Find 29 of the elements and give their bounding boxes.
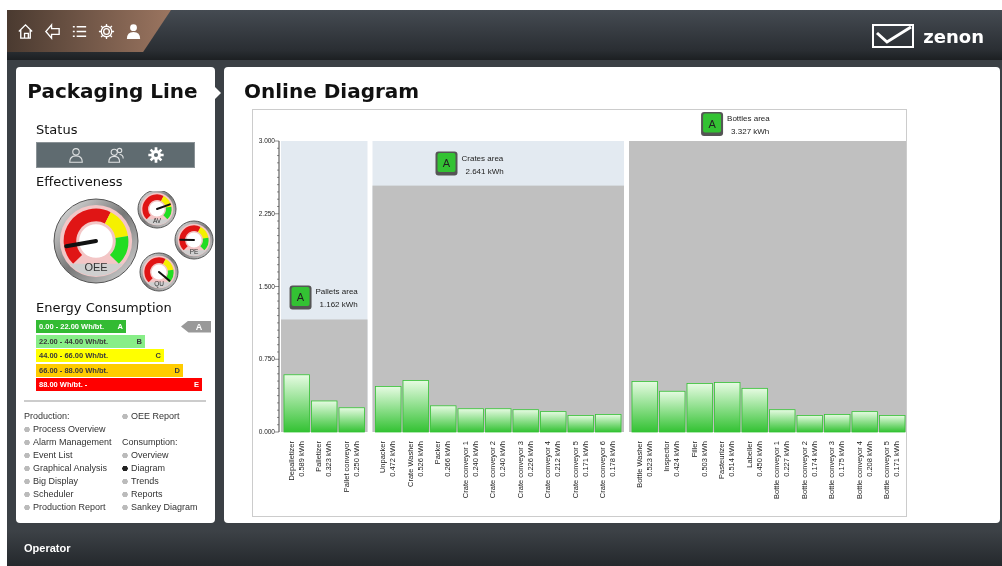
area-total: 2.641 kWh <box>465 166 504 176</box>
settings-icon <box>146 146 165 164</box>
gauge-label: OEE <box>84 261 108 274</box>
gauge-needle <box>156 203 171 210</box>
energy-indicator: A <box>181 320 211 333</box>
section-heading: Energy Consumption <box>36 300 173 315</box>
gauge-needle <box>179 238 195 241</box>
users-icon <box>106 146 125 164</box>
rating-badge: A <box>701 112 724 136</box>
section-heading: Status <box>36 122 79 137</box>
area-label: Crates area <box>461 153 504 163</box>
settings-icon <box>96 21 116 41</box>
gauge-needle <box>64 239 98 249</box>
logo-check-icon <box>871 23 916 49</box>
rating-badge: A <box>435 151 458 176</box>
user-role: Operator <box>24 542 71 554</box>
logo-text: zenon <box>923 25 984 47</box>
area-label: Bottles area <box>727 114 770 123</box>
area-total: 1.162 kWh <box>319 300 358 310</box>
gauge-needle <box>158 271 171 282</box>
area-total: 3.327 kWh <box>731 127 770 136</box>
back-arrow-icon <box>42 21 62 41</box>
panel-title: Packaging Line <box>26 79 199 103</box>
page-title: Online Diagram <box>244 79 421 103</box>
area-label: Pallets area <box>315 287 358 297</box>
nav-heading: Consumption: <box>122 436 179 449</box>
section-heading: Effectiveness <box>36 174 124 189</box>
user-icon <box>66 146 85 164</box>
nav-heading: Production: <box>24 410 71 423</box>
